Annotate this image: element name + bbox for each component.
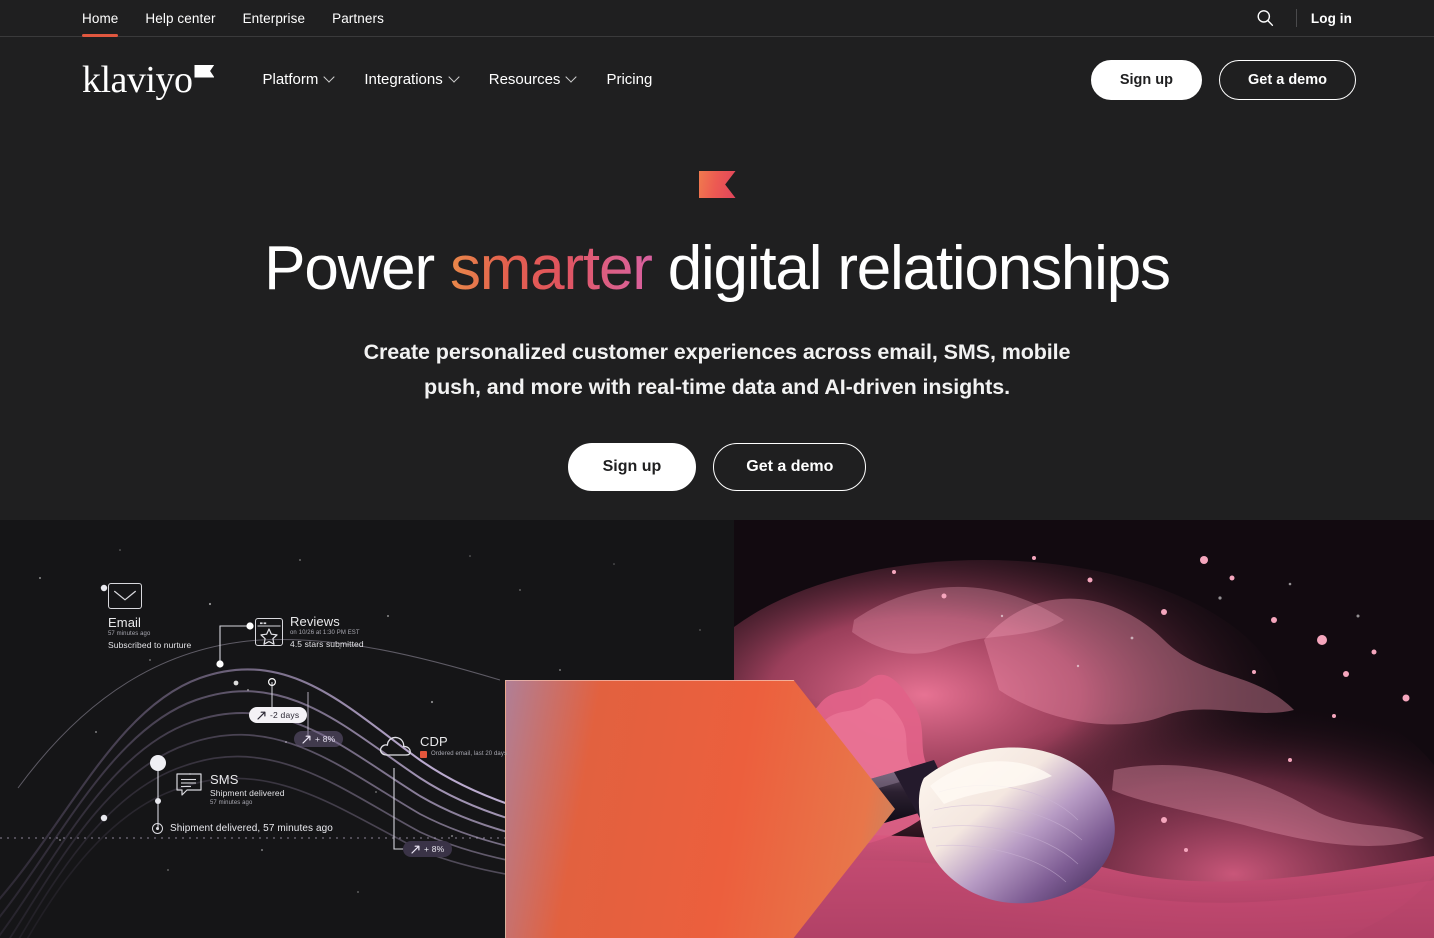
nav-item-platform-label: Platform [262, 71, 319, 88]
utility-nav: Home Help center Enterprise Partners [82, 0, 384, 37]
node-sms-sub: 57 minutes ago [210, 800, 253, 806]
hero-illustration: Email 57 minutes ago Subscribed to nurtu… [0, 520, 1434, 938]
node-sms-title: SMS [210, 772, 239, 787]
klaviyo-flag-icon [194, 64, 215, 78]
node-cdp[interactable]: CDP Ordered email, last 20 days [378, 732, 507, 760]
hero-cta-group: Sign up Get a demo [567, 443, 867, 491]
hero-subtitle: Create personalized customer experiences… [337, 335, 1097, 405]
star-review-glyph [257, 622, 281, 645]
pill-percent-ghost[interactable]: + 8% [294, 731, 344, 747]
nav-item-platform[interactable]: Platform [262, 71, 334, 88]
utility-link-home[interactable]: Home [82, 0, 119, 37]
hero-title-accent: smarter [449, 234, 653, 303]
hero-title-part1: Power [264, 234, 450, 303]
hero-subtitle-line2: push, and more with real-time data and A… [424, 375, 1010, 399]
gradient-flag-icon [698, 171, 736, 198]
chevron-down-icon [325, 73, 334, 82]
star-review-icon [255, 618, 283, 646]
login-link[interactable]: Log in [1311, 11, 1352, 26]
envelope-glyph [114, 590, 136, 601]
main-navigation: klaviyo Platform Integrations Resources … [0, 37, 1434, 122]
utility-right-group: Log in [1248, 1, 1352, 35]
pill-percent-ghost-label: + 8% [315, 734, 336, 744]
target-dot-icon [152, 823, 163, 834]
envelope-icon [108, 583, 142, 609]
node-email[interactable]: Email 57 minutes ago Subscribed to nurtu… [108, 583, 191, 651]
hero-title-part2: digital relationships [651, 234, 1171, 303]
hero-section: Power smarter digital relationships Crea… [0, 122, 1434, 522]
page-title: Power smarter digital relationships [264, 234, 1171, 303]
utility-link-enterprise[interactable]: Enterprise [243, 0, 306, 37]
nav-item-integrations-label: Integrations [364, 71, 443, 88]
utility-bar: Home Help center Enterprise Partners Log… [0, 0, 1434, 37]
logo-wordmark: klaviyo [82, 58, 193, 101]
node-reviews-title: Reviews [290, 614, 340, 629]
node-cdp-title: CDP [420, 733, 448, 749]
cloud-icon [379, 736, 411, 756]
node-reviews-text: Reviews on 10/26 at 1:30 PM EST 4.5 star… [290, 614, 364, 650]
node-email-title: Email [108, 615, 142, 630]
search-icon [1257, 10, 1274, 26]
utility-divider [1295, 9, 1297, 27]
pill-percent-dark[interactable]: + 8% [403, 841, 453, 857]
klaviyo-logo[interactable]: klaviyo [82, 58, 215, 101]
shipment-tooltip: Shipment delivered, 57 minutes ago [152, 823, 333, 834]
nav-item-resources[interactable]: Resources [489, 71, 577, 88]
node-email-sub: 57 minutes ago [108, 631, 151, 637]
nav-item-pricing[interactable]: Pricing [606, 71, 652, 88]
primary-nav: Platform Integrations Resources Pricing [262, 71, 652, 88]
pill-days[interactable]: -2 days [249, 707, 308, 723]
node-cdp-desc: Ordered email, last 20 days [431, 750, 508, 757]
pill-percent-dark-label: + 8% [424, 844, 445, 854]
utility-link-partners[interactable]: Partners [332, 0, 384, 37]
node-email-desc: Subscribed to nurture [108, 640, 192, 650]
nav-demo-button[interactable]: Get a demo [1219, 59, 1356, 100]
trend-arrow-icon [411, 845, 420, 854]
node-cdp-text: CDP Ordered email, last 20 days [420, 734, 507, 759]
node-reviews-sub: on 10/26 at 1:30 PM EST [290, 630, 360, 636]
trend-arrow-icon [302, 735, 311, 744]
node-sms-desc: Shipment delivered [210, 788, 285, 798]
nav-item-resources-label: Resources [488, 71, 561, 88]
pill-days-label: -2 days [270, 710, 300, 720]
node-reviews-desc: 4.5 stars submitted [290, 639, 364, 649]
hero-demo-button[interactable]: Get a demo [713, 443, 867, 491]
nav-item-pricing-label: Pricing [606, 71, 653, 88]
nav-signup-button[interactable]: Sign up [1090, 59, 1203, 100]
utility-link-help-center[interactable]: Help center [145, 0, 215, 37]
legend-swatch-icon [420, 750, 427, 758]
shipment-tooltip-label: Shipment delivered, 57 minutes ago [170, 823, 333, 834]
node-sms[interactable]: SMS Shipment delivered 57 minutes ago [175, 772, 285, 808]
chevron-down-icon [450, 73, 459, 82]
node-sms-text: SMS Shipment delivered 57 minutes ago [210, 772, 285, 808]
search-button[interactable] [1248, 1, 1282, 35]
node-reviews[interactable]: Reviews on 10/26 at 1:30 PM EST 4.5 star… [255, 614, 364, 650]
hero-subtitle-line1: Create personalized customer experiences… [363, 340, 1071, 364]
message-bubble-icon [176, 773, 202, 796]
trend-arrow-icon [257, 711, 266, 720]
nav-item-integrations[interactable]: Integrations [364, 71, 458, 88]
node-cdp-legend: Ordered email, last 20 days [420, 750, 507, 759]
nav-actions: Sign up Get a demo [1090, 59, 1356, 100]
hero-signup-button[interactable]: Sign up [567, 443, 697, 491]
chevron-down-icon [567, 73, 576, 82]
